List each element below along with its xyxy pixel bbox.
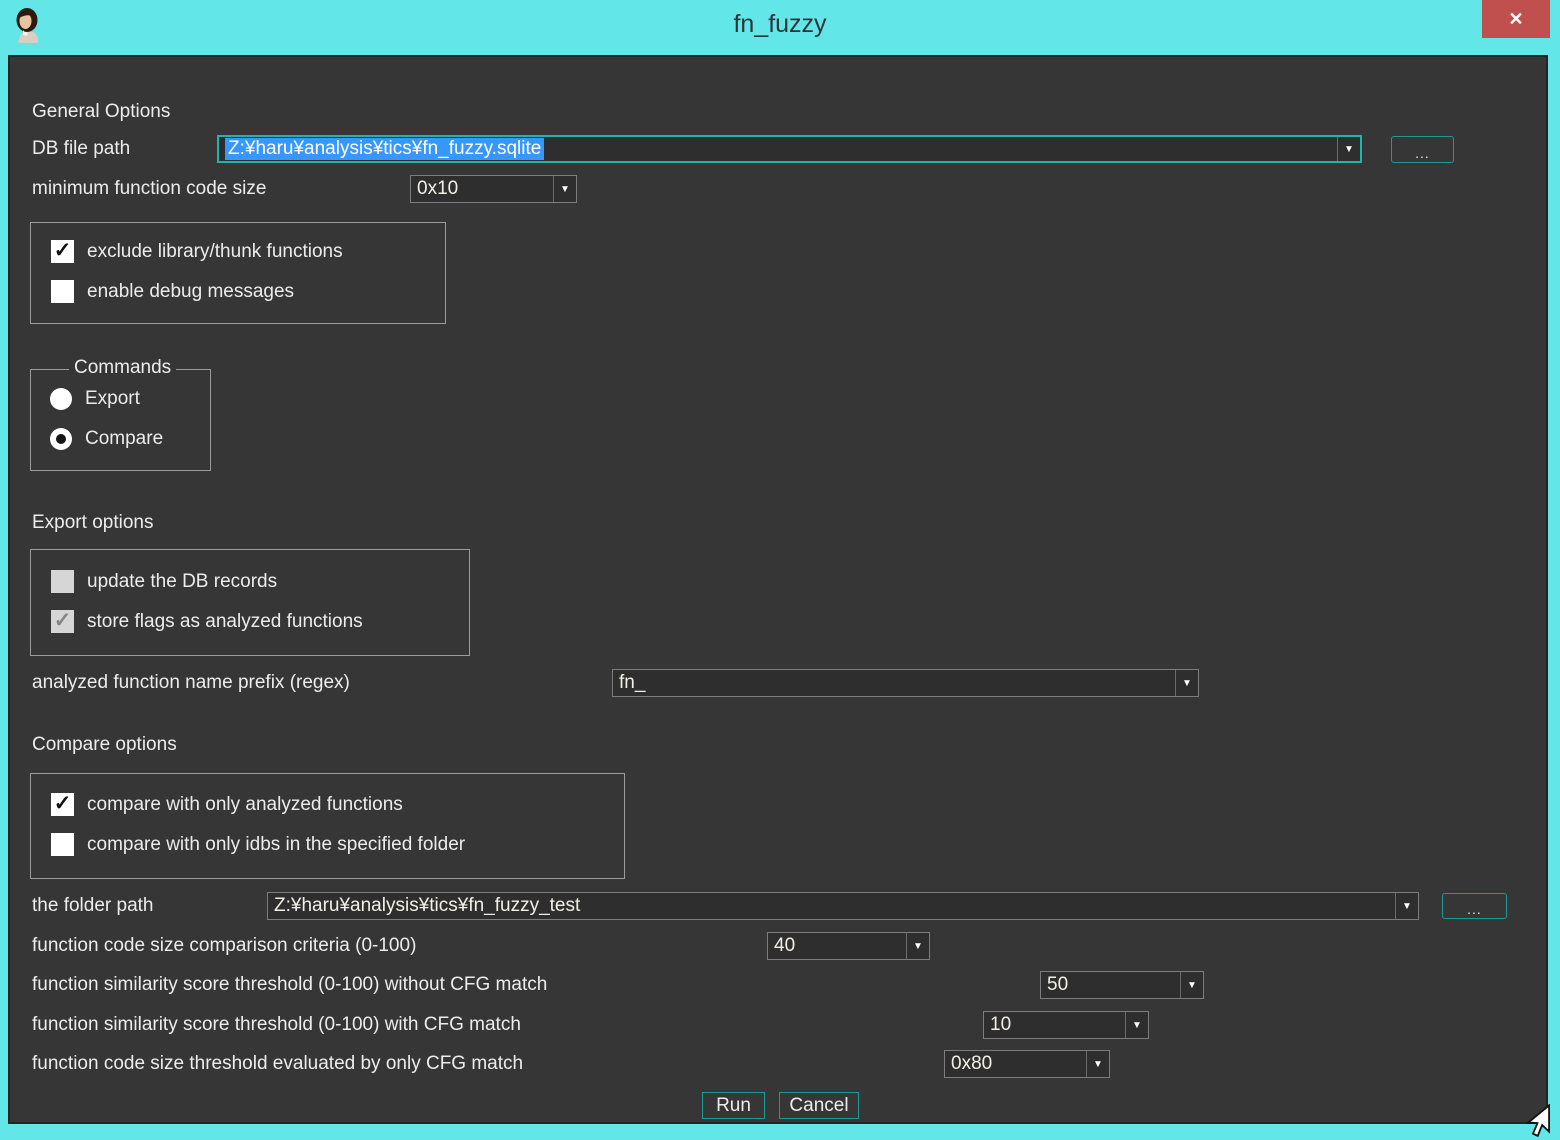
min-code-size-value[interactable]: 0x10 bbox=[411, 176, 553, 202]
exclude-library-checkbox[interactable]: ✓ bbox=[51, 240, 74, 263]
store-flags-checkbox[interactable]: ✓ bbox=[51, 610, 74, 633]
db-file-path-dropdown-icon[interactable]: ▼ bbox=[1337, 137, 1360, 161]
compare-analyzed-row[interactable]: ✓ compare with only analyzed functions bbox=[51, 793, 403, 816]
size-threshold-cfg-label: function code size threshold evaluated b… bbox=[32, 1050, 523, 1078]
compare-idbs-checkbox[interactable]: ✓ bbox=[51, 833, 74, 856]
enable-debug-label[interactable]: enable debug messages bbox=[87, 281, 294, 303]
export-radio-row[interactable]: Export bbox=[50, 388, 140, 410]
update-db-label[interactable]: update the DB records bbox=[87, 571, 277, 593]
cancel-button[interactable]: Cancel bbox=[779, 1092, 859, 1119]
threshold-without-cfg-label: function similarity score threshold (0-1… bbox=[32, 971, 547, 999]
export-radio[interactable] bbox=[50, 388, 72, 410]
run-button[interactable]: Run bbox=[702, 1092, 765, 1119]
criteria-value[interactable]: 40 bbox=[768, 933, 906, 959]
export-radio-label[interactable]: Export bbox=[85, 388, 140, 410]
criteria-label: function code size comparison criteria (… bbox=[32, 932, 416, 960]
folder-path-value[interactable]: Z:¥haru¥analysis¥tics¥fn_fuzzy_test bbox=[268, 893, 1395, 919]
db-file-path-browse-button[interactable]: ... bbox=[1391, 136, 1454, 163]
store-flags-row[interactable]: ✓ store flags as analyzed functions bbox=[51, 610, 363, 633]
enable-debug-checkbox[interactable]: ✓ bbox=[51, 280, 74, 303]
folder-path-dropdown-icon[interactable]: ▼ bbox=[1395, 893, 1418, 919]
commands-legend: Commands bbox=[69, 357, 176, 379]
check-icon: ✓ bbox=[54, 610, 72, 631]
compare-analyzed-checkbox[interactable]: ✓ bbox=[51, 793, 74, 816]
size-threshold-cfg-dropdown-icon[interactable]: ▼ bbox=[1086, 1051, 1109, 1077]
update-db-checkbox[interactable]: ✓ bbox=[51, 570, 74, 593]
compare-checkbox-group: ✓ compare with only analyzed functions ✓… bbox=[30, 773, 625, 879]
threshold-without-cfg-value[interactable]: 50 bbox=[1041, 972, 1180, 998]
exclude-library-label[interactable]: exclude library/thunk functions bbox=[87, 241, 343, 263]
compare-analyzed-label[interactable]: compare with only analyzed functions bbox=[87, 794, 403, 816]
exclude-library-row[interactable]: ✓ exclude library/thunk functions bbox=[51, 240, 343, 263]
commands-group: Commands Export Compare bbox=[30, 369, 211, 471]
threshold-without-cfg-dropdown-icon[interactable]: ▼ bbox=[1180, 972, 1203, 998]
criteria-combobox[interactable]: 40 ▼ bbox=[767, 932, 930, 960]
update-db-row[interactable]: ✓ update the DB records bbox=[51, 570, 277, 593]
db-file-path-value[interactable]: Z:¥haru¥analysis¥tics¥fn_fuzzy.sqlite bbox=[219, 137, 1337, 161]
export-checkbox-group: ✓ update the DB records ✓ store flags as… bbox=[30, 549, 470, 656]
prefix-regex-combobox[interactable]: fn_ ▼ bbox=[612, 669, 1199, 697]
dialog-body: General Options DB file path Z:¥haru¥ana… bbox=[8, 55, 1548, 1124]
compare-radio[interactable] bbox=[50, 428, 72, 450]
check-icon: ✓ bbox=[54, 240, 72, 261]
size-threshold-cfg-value[interactable]: 0x80 bbox=[945, 1051, 1086, 1077]
compare-options-title: Compare options bbox=[32, 731, 177, 759]
threshold-with-cfg-label: function similarity score threshold (0-1… bbox=[32, 1011, 521, 1039]
compare-radio-row[interactable]: Compare bbox=[50, 428, 163, 450]
general-checkbox-group: ✓ exclude library/thunk functions ✓ enab… bbox=[30, 222, 446, 324]
db-file-path-label: DB file path bbox=[32, 135, 130, 163]
db-file-path-selected-text: Z:¥haru¥analysis¥tics¥fn_fuzzy.sqlite bbox=[225, 138, 544, 160]
criteria-dropdown-icon[interactable]: ▼ bbox=[906, 933, 929, 959]
threshold-with-cfg-value[interactable]: 10 bbox=[984, 1012, 1125, 1038]
min-code-size-dropdown-icon[interactable]: ▼ bbox=[553, 176, 576, 202]
check-icon: ✓ bbox=[54, 793, 72, 814]
threshold-without-cfg-combobox[interactable]: 50 ▼ bbox=[1040, 971, 1204, 999]
min-code-size-combobox[interactable]: 0x10 ▼ bbox=[410, 175, 577, 203]
prefix-regex-label: analyzed function name prefix (regex) bbox=[32, 669, 350, 697]
fn-fuzzy-dialog: fn_fuzzy ✕ General Options DB file path … bbox=[0, 0, 1560, 1140]
compare-radio-label[interactable]: Compare bbox=[85, 428, 163, 450]
threshold-with-cfg-dropdown-icon[interactable]: ▼ bbox=[1125, 1012, 1148, 1038]
general-options-title: General Options bbox=[32, 98, 170, 126]
threshold-with-cfg-combobox[interactable]: 10 ▼ bbox=[983, 1011, 1149, 1039]
export-options-title: Export options bbox=[32, 509, 153, 537]
store-flags-label[interactable]: store flags as analyzed functions bbox=[87, 611, 363, 633]
window-title: fn_fuzzy bbox=[0, 0, 1560, 48]
db-file-path-combobox[interactable]: Z:¥haru¥analysis¥tics¥fn_fuzzy.sqlite ▼ bbox=[217, 135, 1362, 163]
prefix-regex-dropdown-icon[interactable]: ▼ bbox=[1175, 670, 1198, 696]
folder-path-label: the folder path bbox=[32, 892, 153, 920]
folder-path-browse-button[interactable]: ... bbox=[1442, 893, 1507, 919]
prefix-regex-value[interactable]: fn_ bbox=[613, 670, 1175, 696]
size-threshold-cfg-combobox[interactable]: 0x80 ▼ bbox=[944, 1050, 1110, 1078]
compare-idbs-row[interactable]: ✓ compare with only idbs in the specifie… bbox=[51, 833, 465, 856]
min-code-size-label: minimum function code size bbox=[32, 175, 266, 203]
folder-path-combobox[interactable]: Z:¥haru¥analysis¥tics¥fn_fuzzy_test ▼ bbox=[267, 892, 1419, 920]
titlebar: fn_fuzzy ✕ bbox=[0, 0, 1560, 48]
close-button[interactable]: ✕ bbox=[1482, 0, 1550, 38]
compare-idbs-label[interactable]: compare with only idbs in the specified … bbox=[87, 834, 465, 856]
enable-debug-row[interactable]: ✓ enable debug messages bbox=[51, 280, 294, 303]
mouse-cursor-icon bbox=[1520, 1104, 1556, 1140]
